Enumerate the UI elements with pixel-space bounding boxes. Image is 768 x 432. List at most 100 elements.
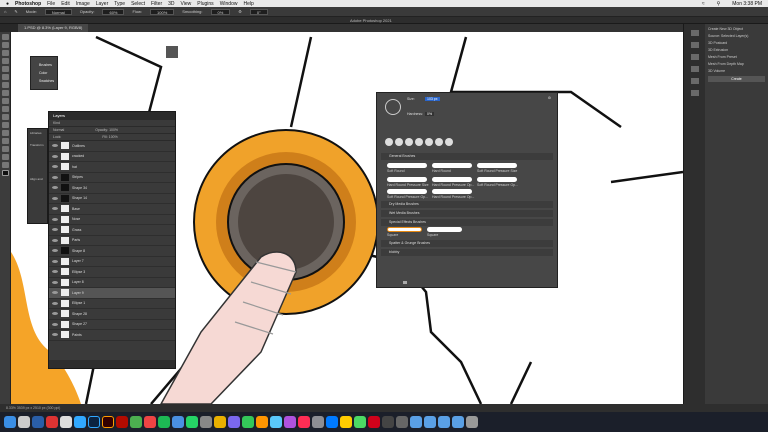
app-icon[interactable] — [382, 416, 394, 428]
panel-icon[interactable] — [690, 78, 699, 84]
app-icon[interactable] — [214, 416, 226, 428]
folder-icon[interactable] — [452, 416, 464, 428]
photoshop-icon[interactable] — [88, 416, 100, 428]
brush-stroke[interactable] — [427, 227, 462, 232]
brush-stroke[interactable] — [387, 189, 427, 194]
folder-icon[interactable] — [424, 416, 436, 428]
brush-stroke[interactable] — [387, 163, 427, 168]
tip-square-1[interactable]: Square — [387, 233, 398, 237]
tip-hard-round-op[interactable]: Hard Round Pressure Op... — [432, 183, 474, 187]
layer-row[interactable]: Layer 8 — [49, 278, 175, 288]
brush-stroke[interactable] — [432, 163, 472, 168]
recent-brush[interactable] — [435, 138, 443, 146]
layer-name[interactable]: Paints — [72, 333, 82, 337]
app-icon[interactable] — [368, 416, 380, 428]
layer-name[interactable]: Grass — [72, 228, 81, 232]
create-button[interactable]: Create — [708, 76, 765, 82]
shape-tool-icon[interactable] — [1, 146, 9, 152]
app-icon[interactable] — [326, 416, 338, 428]
layer-name[interactable]: Shape 34 — [72, 186, 87, 190]
tip-hard-round-size[interactable]: Hard Round Pressure Size — [387, 183, 429, 187]
hardness-field[interactable]: 0% — [425, 112, 435, 116]
app-icon[interactable] — [270, 416, 282, 428]
layer-row[interactable]: Ellipse 3 — [49, 267, 175, 278]
smoothing-field[interactable]: 0% — [210, 8, 231, 15]
layer-row[interactable]: Outlines — [49, 141, 175, 152]
app-icon[interactable] — [298, 416, 310, 428]
panel-icon[interactable] — [690, 30, 699, 36]
brush-stroke[interactable] — [432, 177, 472, 182]
tip-soft-round-op-2[interactable]: Soft Round Pressure Op... — [387, 195, 428, 199]
transform-tab[interactable]: Transform — [30, 143, 45, 147]
group-dry[interactable]: Dry Media Brushes — [381, 201, 553, 208]
layer-name[interactable]: hat — [72, 165, 77, 169]
visibility-eye-icon[interactable] — [52, 280, 58, 284]
layer-row[interactable]: Shape 28 — [49, 309, 175, 320]
layer-name[interactable]: Base — [72, 207, 80, 211]
marquee-tool-icon[interactable] — [1, 42, 9, 48]
launchpad-icon[interactable] — [18, 416, 30, 428]
visibility-eye-icon[interactable] — [52, 291, 58, 295]
layer-name[interactable]: Layer 7 — [72, 259, 84, 263]
libraries-tab[interactable]: Libraries — [30, 131, 45, 135]
folder-icon[interactable] — [438, 416, 450, 428]
healing-tool-icon[interactable] — [1, 74, 9, 80]
visibility-eye-icon[interactable] — [52, 186, 58, 190]
menu-plugins[interactable]: Plugins — [197, 1, 213, 7]
menu-layer[interactable]: Layer — [96, 1, 109, 7]
mini-swatches[interactable]: Swatches — [39, 79, 55, 83]
app-icon[interactable] — [32, 416, 44, 428]
brush-stroke[interactable] — [387, 177, 427, 182]
tip-soft-round[interactable]: Soft Round — [387, 169, 405, 173]
app-icon[interactable] — [340, 416, 352, 428]
visibility-eye-icon[interactable] — [52, 144, 58, 148]
gear-icon[interactable]: ⚙ — [548, 96, 551, 100]
app-icon[interactable] — [354, 416, 366, 428]
document-tab[interactable]: 1.PSD @ 8.3% (Layer 9, RGB/8) — [18, 24, 89, 32]
tip-soft-round-size[interactable]: Soft Round Pressure Size — [477, 169, 517, 173]
recent-brush[interactable] — [405, 138, 413, 146]
layer-row[interactable]: Shape 27 — [49, 320, 175, 330]
layer-row[interactable]: Layer 9 — [49, 288, 175, 299]
recent-brush[interactable] — [395, 138, 403, 146]
layer-name[interactable]: Shape 27 — [72, 322, 87, 326]
path-select-icon[interactable] — [1, 138, 9, 144]
opt-postcard[interactable]: 3D Postcard — [708, 41, 765, 45]
layer-row[interactable]: Shape 14 — [49, 194, 175, 204]
group-general[interactable]: General Brushes — [381, 153, 553, 160]
visibility-eye-icon[interactable] — [52, 196, 58, 200]
tip-hard-round[interactable]: Hard Round — [432, 169, 451, 173]
layer-name[interactable]: Stripes — [72, 175, 83, 179]
menu-type[interactable]: Type — [114, 1, 125, 7]
brush-tool-icon[interactable]: ✎ — [14, 9, 17, 14]
menu-file[interactable]: File — [47, 1, 55, 7]
app-icon[interactable] — [312, 416, 324, 428]
panel-icon[interactable] — [690, 54, 699, 60]
pen-tool-icon[interactable] — [1, 122, 9, 128]
group-spatter[interactable]: Spatter & Grunge Brushes — [381, 240, 553, 247]
opt-extrusion[interactable]: 3D Extrusion — [708, 48, 765, 52]
hand-tool-icon[interactable] — [1, 154, 9, 160]
recent-brush[interactable] — [445, 138, 453, 146]
eraser-tool-icon[interactable] — [1, 106, 9, 112]
size-field[interactable]: 103 px — [425, 97, 440, 101]
visibility-eye-icon[interactable] — [52, 322, 58, 326]
menu-app[interactable]: Photoshop — [15, 1, 41, 7]
finder-icon[interactable] — [4, 416, 16, 428]
wifi-icon[interactable]: ≈ — [702, 1, 705, 7]
group-special[interactable]: Special Effects Brushes — [381, 219, 553, 226]
app-icon[interactable] — [158, 416, 170, 428]
panel-icon[interactable] — [690, 42, 699, 48]
layer-name[interactable]: Parts — [72, 238, 80, 242]
visibility-eye-icon[interactable] — [52, 217, 58, 221]
color-swatch-icon[interactable] — [1, 170, 9, 176]
search-icon[interactable]: ⚲ — [717, 1, 721, 7]
visibility-eye-icon[interactable] — [52, 238, 58, 242]
brush-angle-preview[interactable] — [385, 99, 401, 115]
home-icon[interactable]: ⌂ — [4, 9, 6, 14]
app-icon[interactable] — [130, 416, 142, 428]
layers-title[interactable]: Layers — [49, 112, 175, 120]
menu-help[interactable]: Help — [243, 1, 253, 7]
menu-image[interactable]: Image — [76, 1, 90, 7]
layer-opacity[interactable]: Opacity: 100% — [95, 128, 118, 132]
